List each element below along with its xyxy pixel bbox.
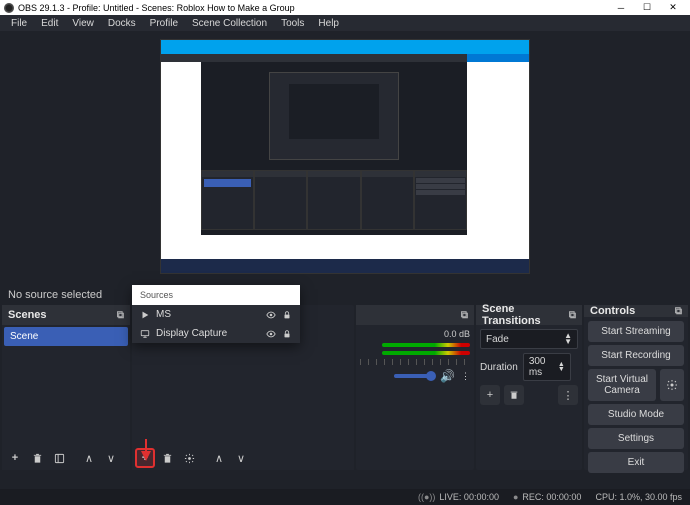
menu-file[interactable]: File xyxy=(4,18,34,29)
transition-selected: Fade xyxy=(486,334,509,345)
preview-area xyxy=(0,31,690,281)
exit-button[interactable]: Exit xyxy=(588,452,684,473)
mixer-ticks xyxy=(360,359,470,365)
menu-tools[interactable]: Tools xyxy=(274,18,311,29)
sources-toolbar: + ∧ ∨ xyxy=(132,446,354,470)
scene-item[interactable]: Scene xyxy=(4,327,128,346)
popout-icon[interactable]: ⧉ xyxy=(461,310,468,321)
docks-row: Scenes ⧉ Scene + ∧ ∨ Sources MS xyxy=(0,305,690,470)
source-row-ms[interactable]: MS xyxy=(132,305,300,324)
monitor-icon xyxy=(140,329,150,339)
add-transition-button[interactable]: + xyxy=(480,385,500,405)
mixer-meter xyxy=(382,343,470,347)
duration-input[interactable]: 300 ms ▲▼ xyxy=(523,353,571,381)
menu-profile[interactable]: Profile xyxy=(143,18,185,29)
sources-popup-header: Sources xyxy=(132,285,300,305)
sources-dock: Sources MS Display Capture + ∧ ∨ xyxy=(132,305,354,470)
scenes-dock: Scenes ⧉ Scene + ∧ ∨ xyxy=(2,305,130,470)
studio-mode-button[interactable]: Studio Mode xyxy=(588,404,684,425)
window-title: OBS 29.1.3 - Profile: Untitled - Scenes:… xyxy=(18,3,295,13)
scenes-title: Scenes xyxy=(8,309,47,321)
record-icon: ● xyxy=(513,492,518,502)
volume-slider[interactable] xyxy=(394,374,434,378)
scene-down-button[interactable]: ∨ xyxy=(101,448,121,468)
scene-filter-button[interactable] xyxy=(49,448,69,468)
duration-value: 300 ms xyxy=(529,356,558,378)
menu-scene-collection[interactable]: Scene Collection xyxy=(185,18,274,29)
speaker-icon[interactable]: 🔊 xyxy=(440,369,455,383)
source-row-display[interactable]: Display Capture xyxy=(132,324,300,343)
maximize-button[interactable]: ☐ xyxy=(634,1,660,14)
obs-logo-icon xyxy=(4,3,14,13)
remove-source-button[interactable] xyxy=(157,448,177,468)
titlebar: OBS 29.1.3 - Profile: Untitled - Scenes:… xyxy=(0,0,690,15)
popout-icon[interactable]: ⧉ xyxy=(117,310,124,321)
close-button[interactable]: ✕ xyxy=(660,1,686,14)
source-label: Display Capture xyxy=(156,328,260,339)
transitions-dock: Scene Transitions ⧉ Fade ▲▼ Duration 300… xyxy=(476,305,582,470)
source-down-button[interactable]: ∨ xyxy=(231,448,251,468)
transition-props-button[interactable]: ⋮ xyxy=(558,385,578,405)
add-scene-button[interactable]: + xyxy=(5,448,25,468)
source-properties-button[interactable] xyxy=(179,448,199,468)
lock-icon[interactable] xyxy=(282,329,292,339)
menu-edit[interactable]: Edit xyxy=(34,18,65,29)
chevron-updown-icon: ▲▼ xyxy=(558,362,565,372)
menu-help[interactable]: Help xyxy=(311,18,346,29)
menu-view[interactable]: View xyxy=(65,18,101,29)
remove-scene-button[interactable] xyxy=(27,448,47,468)
eye-icon[interactable] xyxy=(266,310,276,320)
controls-dock: Controls ⧉ Start Streaming Start Recordi… xyxy=(584,305,688,470)
no-source-label: No source selected xyxy=(0,281,690,305)
live-status: LIVE: 00:00:00 xyxy=(439,492,499,502)
annotation-arrow-icon xyxy=(138,439,154,463)
start-streaming-button[interactable]: Start Streaming xyxy=(588,321,684,342)
cpu-status: CPU: 1.0%, 30.00 fps xyxy=(595,492,682,502)
popout-icon[interactable]: ⧉ xyxy=(675,306,682,317)
vcam-settings-button[interactable] xyxy=(660,369,684,401)
source-label: MS xyxy=(156,309,260,320)
controls-title: Controls xyxy=(590,305,635,317)
mixer-db-label: 0.0 dB xyxy=(360,329,470,339)
chevron-updown-icon: ▲▼ xyxy=(564,333,572,345)
menu-docks[interactable]: Docks xyxy=(101,18,143,29)
minimize-button[interactable]: ─ xyxy=(608,1,634,14)
more-icon[interactable]: ⋮ xyxy=(461,371,470,382)
mixer-meter xyxy=(382,351,470,355)
menubar: File Edit View Docks Profile Scene Colle… xyxy=(0,15,690,31)
statusbar: ((●)) LIVE: 00:00:00 ● REC: 00:00:00 CPU… xyxy=(0,489,690,505)
lock-icon[interactable] xyxy=(282,310,292,320)
scenes-toolbar: + ∧ ∨ xyxy=(2,446,130,470)
scene-up-button[interactable]: ∧ xyxy=(79,448,99,468)
transitions-title: Scene Transitions xyxy=(482,303,569,327)
source-up-button[interactable]: ∧ xyxy=(209,448,229,468)
rec-status: REC: 00:00:00 xyxy=(522,492,581,502)
transition-select[interactable]: Fade ▲▼ xyxy=(480,329,578,349)
play-icon xyxy=(140,310,150,320)
preview-canvas[interactable] xyxy=(160,39,530,274)
start-recording-button[interactable]: Start Recording xyxy=(588,345,684,366)
sources-popup: Sources MS Display Capture xyxy=(132,285,300,343)
duration-label: Duration xyxy=(480,362,518,373)
eye-icon[interactable] xyxy=(266,329,276,339)
audio-mixer-dock: ⧉ 0.0 dB 🔊 ⋮ xyxy=(356,305,474,470)
settings-button[interactable]: Settings xyxy=(588,428,684,449)
start-vcam-button[interactable]: Start Virtual Camera xyxy=(588,369,656,401)
broadcast-icon: ((●)) xyxy=(418,492,435,502)
remove-transition-button[interactable] xyxy=(504,385,524,405)
popout-icon[interactable]: ⧉ xyxy=(569,310,576,321)
